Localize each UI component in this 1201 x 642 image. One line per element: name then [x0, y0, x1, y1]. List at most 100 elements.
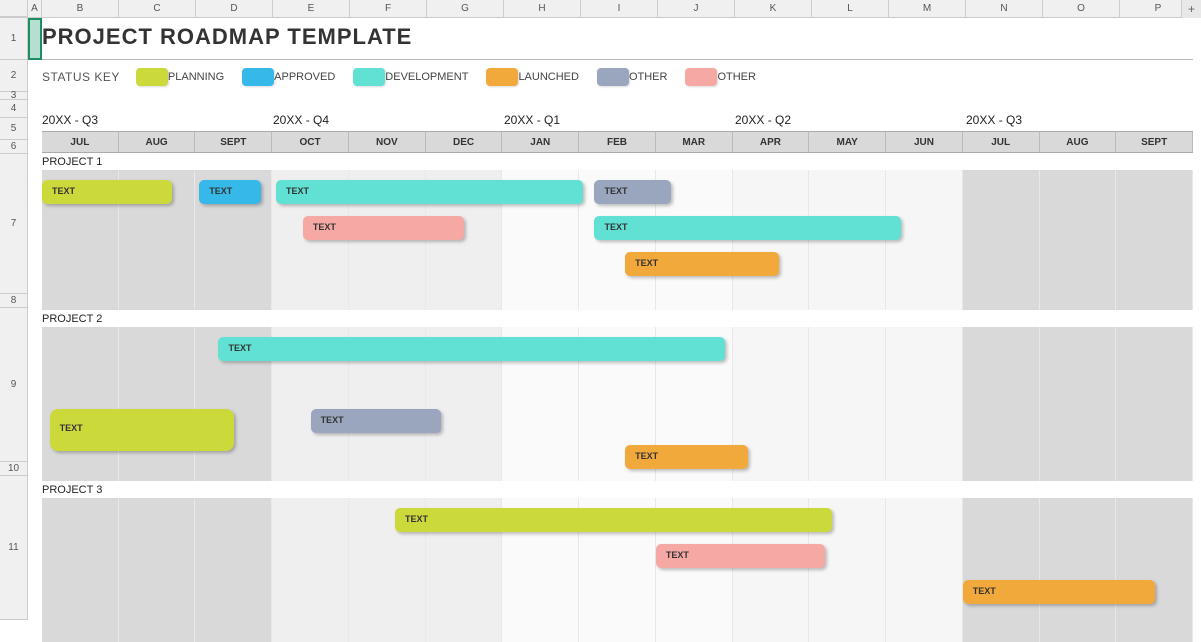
month-cell[interactable]: [886, 327, 963, 481]
col-header-B[interactable]: B: [42, 0, 119, 17]
col-header-O[interactable]: O: [1043, 0, 1120, 17]
gantt-bar[interactable]: TEXT: [963, 580, 1155, 604]
gantt-bar[interactable]: TEXT: [395, 508, 832, 532]
status-key-row: STATUS KEY PLANNINGAPPROVEDDEVELOPMENTLA…: [42, 68, 774, 86]
col-header-L[interactable]: L: [812, 0, 889, 17]
month-header: MAY: [809, 132, 886, 152]
gantt-bar[interactable]: TEXT: [276, 180, 583, 204]
status-swatch-other: [685, 68, 717, 86]
col-header-F[interactable]: F: [350, 0, 427, 17]
month-header: DEC: [426, 132, 503, 152]
month-cell[interactable]: [886, 170, 963, 310]
month-header: JUN: [886, 132, 963, 152]
gantt-bar[interactable]: TEXT: [625, 252, 778, 276]
gantt-bar[interactable]: TEXT: [625, 445, 748, 469]
month-cell[interactable]: [119, 327, 196, 481]
month-cell[interactable]: [272, 498, 349, 642]
month-cell[interactable]: [886, 498, 963, 642]
month-header: JUL: [963, 132, 1040, 152]
status-label: LAUNCHED: [518, 71, 579, 83]
month-cell[interactable]: [1116, 498, 1193, 642]
month-header: AUG: [1040, 132, 1117, 152]
month-cell[interactable]: [1116, 327, 1193, 481]
column-header-row: A B C D E F G H I J K L M N O P: [0, 0, 1201, 18]
col-header-G[interactable]: G: [427, 0, 504, 17]
month-cell[interactable]: [963, 498, 1040, 642]
status-label: OTHER: [717, 71, 756, 83]
col-header-I[interactable]: I: [581, 0, 658, 17]
row-header-8[interactable]: 8: [0, 294, 27, 308]
month-header: APR: [733, 132, 810, 152]
status-label: PLANNING: [168, 71, 224, 83]
add-column-button[interactable]: +: [1181, 0, 1201, 18]
status-swatch-development: [353, 68, 385, 86]
row-header-3[interactable]: 3: [0, 92, 27, 100]
month-cell[interactable]: [963, 327, 1040, 481]
select-all-corner[interactable]: [0, 0, 28, 17]
month-header: SEPT: [195, 132, 272, 152]
gantt-bar[interactable]: TEXT: [42, 180, 172, 204]
month-header: JAN: [502, 132, 579, 152]
quarter-labels: 20XX - Q320XX - Q420XX - Q120XX - Q220XX…: [42, 113, 1193, 131]
month-header: OCT: [272, 132, 349, 152]
month-cell[interactable]: [42, 327, 119, 481]
sheet-canvas[interactable]: PROJECT ROADMAP TEMPLATE STATUS KEY PLAN…: [28, 18, 1201, 620]
month-header: AUG: [119, 132, 196, 152]
col-header-N[interactable]: N: [966, 0, 1043, 17]
month-header: JUL: [42, 132, 119, 152]
project-label: PROJECT 2: [42, 313, 102, 325]
gantt-bar[interactable]: TEXT: [199, 180, 260, 204]
status-swatch-planning: [136, 68, 168, 86]
row-header-11[interactable]: 11: [0, 476, 27, 620]
gantt-bar[interactable]: TEXT: [656, 544, 825, 568]
month-header: MAR: [656, 132, 733, 152]
month-cell[interactable]: [733, 170, 810, 310]
month-header: NOV: [349, 132, 426, 152]
quarter-label: 20XX - Q3: [42, 113, 98, 127]
month-header: SEPT: [1116, 132, 1193, 152]
quarter-label: 20XX - Q3: [966, 113, 1022, 127]
row-header-10[interactable]: 10: [0, 462, 27, 476]
status-label: APPROVED: [274, 71, 335, 83]
gantt-bar[interactable]: TEXT: [303, 216, 464, 240]
quarter-label: 20XX - Q4: [273, 113, 329, 127]
title-rule: [42, 59, 1193, 60]
col-header-D[interactable]: D: [196, 0, 273, 17]
row-header-7[interactable]: 7: [0, 154, 27, 294]
month-cell[interactable]: [1116, 170, 1193, 310]
row-header-9[interactable]: 9: [0, 308, 27, 462]
row-header-5[interactable]: 5: [0, 118, 27, 140]
row-header-4[interactable]: 4: [0, 100, 27, 118]
col-header-K[interactable]: K: [735, 0, 812, 17]
col-header-C[interactable]: C: [119, 0, 196, 17]
month-cell[interactable]: [119, 498, 196, 642]
status-key-label: STATUS KEY: [42, 70, 120, 84]
month-cell[interactable]: [809, 170, 886, 310]
gantt-bar[interactable]: TEXT: [50, 409, 234, 451]
month-cell[interactable]: [1040, 498, 1117, 642]
selected-cell-A1[interactable]: [28, 18, 42, 60]
col-header-E[interactable]: E: [273, 0, 350, 17]
project-label: PROJECT 1: [42, 156, 102, 168]
gantt-bar[interactable]: TEXT: [594, 216, 901, 240]
row-header-1[interactable]: 1: [0, 18, 27, 60]
col-header-J[interactable]: J: [658, 0, 735, 17]
col-header-A[interactable]: A: [28, 0, 42, 17]
gantt-bar[interactable]: TEXT: [594, 180, 671, 204]
month-cell[interactable]: [42, 498, 119, 642]
gantt-bar[interactable]: TEXT: [311, 409, 441, 433]
row-header-2[interactable]: 2: [0, 60, 27, 92]
col-header-M[interactable]: M: [889, 0, 966, 17]
row-header-6[interactable]: 6: [0, 140, 27, 154]
status-swatch-approved: [242, 68, 274, 86]
gantt-bar[interactable]: TEXT: [218, 337, 724, 361]
month-cell[interactable]: [809, 327, 886, 481]
month-cell[interactable]: [195, 498, 272, 642]
month-cell[interactable]: [963, 170, 1040, 310]
quarter-label: 20XX - Q2: [735, 113, 791, 127]
month-cell[interactable]: [1040, 327, 1117, 481]
month-cell[interactable]: [1040, 170, 1117, 310]
status-swatch-launched: [486, 68, 518, 86]
col-header-H[interactable]: H: [504, 0, 581, 17]
status-swatch-other: [597, 68, 629, 86]
